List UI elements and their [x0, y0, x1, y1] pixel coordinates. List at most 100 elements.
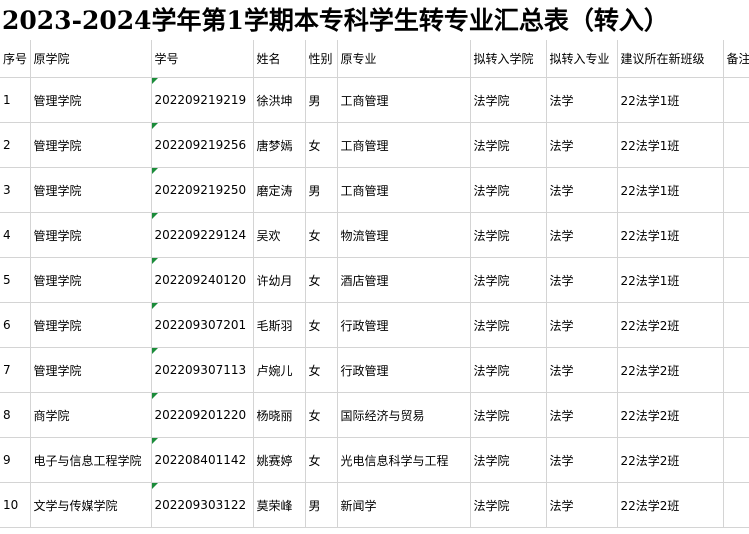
header-cell[interactable]: 备注 [723, 40, 749, 78]
seq-cell[interactable]: 4 [0, 212, 31, 258]
new-class-cell[interactable]: 22法学1班 [617, 167, 724, 213]
remark-cell[interactable] [723, 212, 749, 258]
header-cell[interactable]: 性别 [305, 40, 338, 78]
name-cell[interactable]: 卢婉儿 [253, 347, 306, 393]
gender-cell[interactable]: 男 [305, 482, 338, 528]
remark-cell[interactable] [723, 347, 749, 393]
target-college-cell[interactable]: 法学院 [470, 77, 547, 123]
target-college-cell[interactable]: 法学院 [470, 167, 547, 213]
remark-cell[interactable] [723, 77, 749, 123]
orig-major-cell[interactable]: 行政管理 [337, 302, 471, 348]
student-id-cell[interactable]: 202209229124 [151, 212, 254, 258]
orig-college-cell[interactable]: 文学与传媒学院 [30, 482, 152, 528]
orig-major-cell[interactable]: 工商管理 [337, 167, 471, 213]
orig-major-cell[interactable]: 工商管理 [337, 122, 471, 168]
name-cell[interactable]: 许幼月 [253, 257, 306, 303]
name-cell[interactable]: 毛斯羽 [253, 302, 306, 348]
target-major-cell[interactable]: 法学 [546, 302, 618, 348]
header-cell[interactable]: 拟转入专业 [546, 40, 618, 78]
orig-college-cell[interactable]: 管理学院 [30, 347, 152, 393]
remark-cell[interactable] [723, 437, 749, 483]
gender-cell[interactable]: 女 [305, 257, 338, 303]
name-cell[interactable]: 姚赛婷 [253, 437, 306, 483]
seq-cell[interactable]: 6 [0, 302, 31, 348]
orig-major-cell[interactable]: 工商管理 [337, 77, 471, 123]
target-college-cell[interactable]: 法学院 [470, 392, 547, 438]
header-cell[interactable]: 学号 [151, 40, 254, 78]
orig-major-cell[interactable]: 新闻学 [337, 482, 471, 528]
gender-cell[interactable]: 女 [305, 302, 338, 348]
seq-cell[interactable]: 1 [0, 77, 31, 123]
gender-cell[interactable]: 女 [305, 212, 338, 258]
target-major-cell[interactable]: 法学 [546, 77, 618, 123]
remark-cell[interactable] [723, 257, 749, 303]
student-id-cell[interactable]: 202209219250 [151, 167, 254, 213]
name-cell[interactable]: 磨定涛 [253, 167, 306, 213]
name-cell[interactable]: 莫荣峰 [253, 482, 306, 528]
remark-cell[interactable] [723, 122, 749, 168]
student-id-cell[interactable]: 202209201220 [151, 392, 254, 438]
new-class-cell[interactable]: 22法学2班 [617, 347, 724, 393]
gender-cell[interactable]: 女 [305, 392, 338, 438]
new-class-cell[interactable]: 22法学1班 [617, 212, 724, 258]
student-id-cell[interactable]: 202209240120 [151, 257, 254, 303]
orig-college-cell[interactable]: 管理学院 [30, 77, 152, 123]
header-cell[interactable]: 原专业 [337, 40, 471, 78]
orig-college-cell[interactable]: 管理学院 [30, 122, 152, 168]
header-cell[interactable]: 建议所在新班级 [617, 40, 724, 78]
name-cell[interactable]: 徐洪坤 [253, 77, 306, 123]
orig-major-cell[interactable]: 国际经济与贸易 [337, 392, 471, 438]
remark-cell[interactable] [723, 167, 749, 213]
student-id-cell[interactable]: 202209219219 [151, 77, 254, 123]
orig-college-cell[interactable]: 管理学院 [30, 257, 152, 303]
target-major-cell[interactable]: 法学 [546, 167, 618, 213]
seq-cell[interactable]: 9 [0, 437, 31, 483]
gender-cell[interactable]: 女 [305, 437, 338, 483]
student-id-cell[interactable]: 202208401142 [151, 437, 254, 483]
orig-major-cell[interactable]: 光电信息科学与工程 [337, 437, 471, 483]
target-major-cell[interactable]: 法学 [546, 437, 618, 483]
target-major-cell[interactable]: 法学 [546, 212, 618, 258]
new-class-cell[interactable]: 22法学2班 [617, 302, 724, 348]
gender-cell[interactable]: 女 [305, 122, 338, 168]
seq-cell[interactable]: 3 [0, 167, 31, 213]
header-cell[interactable]: 原学院 [30, 40, 152, 78]
target-college-cell[interactable]: 法学院 [470, 302, 547, 348]
student-id-cell[interactable]: 202209307113 [151, 347, 254, 393]
gender-cell[interactable]: 男 [305, 167, 338, 213]
target-college-cell[interactable]: 法学院 [470, 212, 547, 258]
header-cell[interactable]: 序号 [0, 40, 31, 78]
seq-cell[interactable]: 5 [0, 257, 31, 303]
remark-cell[interactable] [723, 392, 749, 438]
orig-college-cell[interactable]: 管理学院 [30, 167, 152, 213]
name-cell[interactable]: 杨晓丽 [253, 392, 306, 438]
target-college-cell[interactable]: 法学院 [470, 437, 547, 483]
seq-cell[interactable]: 2 [0, 122, 31, 168]
gender-cell[interactable]: 男 [305, 77, 338, 123]
new-class-cell[interactable]: 22法学2班 [617, 437, 724, 483]
seq-cell[interactable]: 7 [0, 347, 31, 393]
orig-college-cell[interactable]: 管理学院 [30, 302, 152, 348]
remark-cell[interactable] [723, 482, 749, 528]
name-cell[interactable]: 唐梦嫣 [253, 122, 306, 168]
target-college-cell[interactable]: 法学院 [470, 482, 547, 528]
target-major-cell[interactable]: 法学 [546, 392, 618, 438]
target-major-cell[interactable]: 法学 [546, 347, 618, 393]
name-cell[interactable]: 吴欢 [253, 212, 306, 258]
new-class-cell[interactable]: 22法学1班 [617, 257, 724, 303]
orig-college-cell[interactable]: 商学院 [30, 392, 152, 438]
target-major-cell[interactable]: 法学 [546, 122, 618, 168]
student-id-cell[interactable]: 202209307201 [151, 302, 254, 348]
orig-major-cell[interactable]: 行政管理 [337, 347, 471, 393]
new-class-cell[interactable]: 22法学1班 [617, 77, 724, 123]
gender-cell[interactable]: 女 [305, 347, 338, 393]
orig-major-cell[interactable]: 酒店管理 [337, 257, 471, 303]
student-id-cell[interactable]: 202209303122 [151, 482, 254, 528]
new-class-cell[interactable]: 22法学1班 [617, 122, 724, 168]
orig-college-cell[interactable]: 电子与信息工程学院 [30, 437, 152, 483]
new-class-cell[interactable]: 22法学2班 [617, 482, 724, 528]
target-major-cell[interactable]: 法学 [546, 482, 618, 528]
target-college-cell[interactable]: 法学院 [470, 257, 547, 303]
target-college-cell[interactable]: 法学院 [470, 122, 547, 168]
target-major-cell[interactable]: 法学 [546, 257, 618, 303]
